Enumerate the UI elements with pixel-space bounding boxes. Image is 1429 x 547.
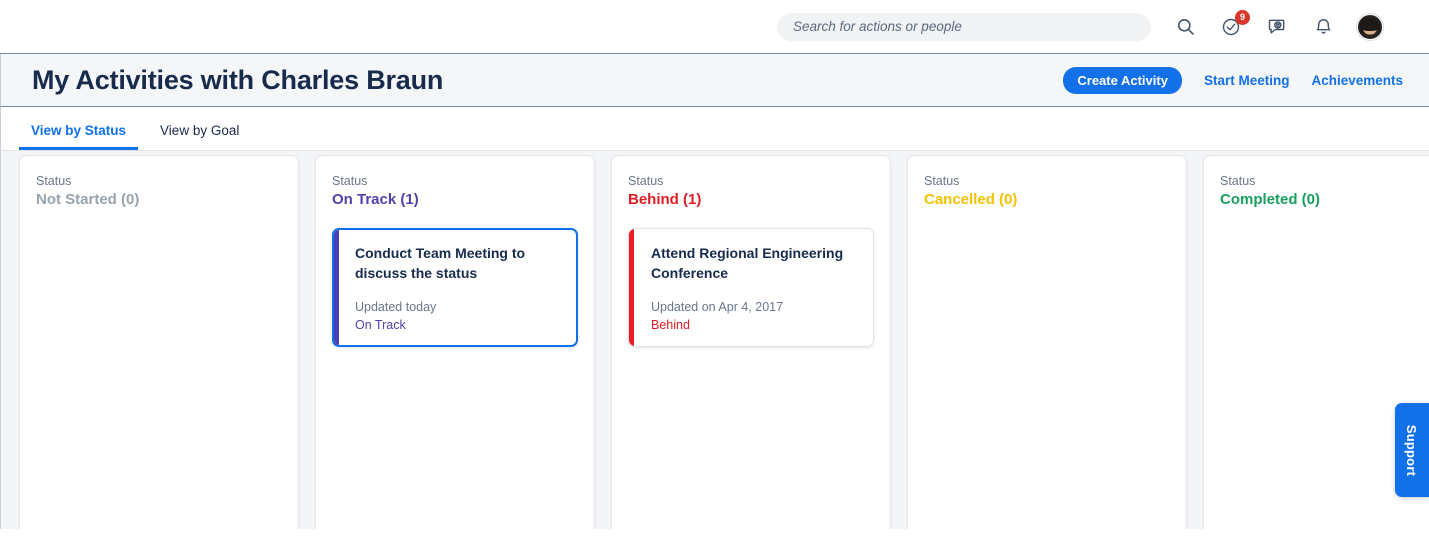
achievements-link[interactable]: Achievements (1311, 73, 1403, 88)
top-navigation-bar: 9 (0, 0, 1429, 54)
column-status-caption: Status (628, 174, 664, 188)
support-tab-label: Support (1404, 424, 1420, 476)
activity-card[interactable]: Conduct Team Meeting to discuss the stat… (332, 228, 578, 347)
global-search[interactable] (777, 12, 1151, 41)
support-tab[interactable]: Support (1395, 403, 1429, 497)
card-title: Attend Regional Engineering Conference (651, 245, 844, 282)
column-status-caption: Status (332, 174, 368, 188)
status-column: Status On Track (1) Conduct Team Meeting t… (315, 155, 595, 529)
column-status-caption: Status (924, 174, 960, 188)
card-status-accent-bar (334, 230, 339, 345)
status-column: Status Cancelled (0) (907, 155, 1187, 529)
activities-board: Status Not Started (0) Status On Track (1) C… (0, 151, 1429, 529)
tab-view-by-goal[interactable]: View by Goal (148, 123, 251, 150)
search-input[interactable] (793, 19, 1135, 34)
status-column: Status Not Started (0) (19, 155, 299, 529)
header-actions: Create Activity Start Meeting Achievemen… (1063, 66, 1403, 94)
card-status-badge: On Track (355, 317, 406, 332)
activity-card[interactable]: Attend Regional Engineering Conference Up… (628, 228, 874, 347)
start-meeting-link[interactable]: Start Meeting (1204, 73, 1290, 88)
feedback-chat-icon[interactable] (1265, 15, 1289, 39)
view-tabs: View by Status View by Goal (0, 107, 1429, 151)
page-title: My Activities with Charles Braun (32, 64, 444, 95)
column-status-caption: Status (36, 174, 72, 188)
search-icon[interactable] (1173, 15, 1197, 39)
column-status-value: On Track (1) (332, 191, 419, 208)
column-status-value: Not Started (0) (36, 191, 140, 208)
create-activity-button[interactable]: Create Activity (1063, 66, 1182, 94)
card-updated-text: Updated today (355, 299, 437, 314)
card-status-badge: Behind (651, 317, 690, 332)
notifications-bell-icon[interactable] (1311, 15, 1335, 39)
avatar[interactable] (1357, 13, 1383, 40)
status-columns: Status Not Started (0) Status On Track (1) C… (1, 151, 1429, 529)
card-status-accent-bar (629, 229, 634, 346)
column-status-value: Completed (0) (1220, 191, 1321, 208)
column-status-value: Behind (1) (628, 191, 702, 208)
tasks-badge-count: 9 (1235, 9, 1250, 25)
avatar-hair-outline (1360, 23, 1382, 38)
status-column: Status Behind (1) Attend Regional Engineer… (611, 155, 891, 529)
column-status-caption: Status (1220, 174, 1256, 188)
card-title: Conduct Team Meeting to discuss the stat… (355, 245, 526, 282)
topbar-icon-group: 9 (1173, 9, 1383, 40)
card-updated-text: Updated on Apr 4, 2017 (651, 299, 784, 314)
tasks-check-icon[interactable]: 9 (1219, 9, 1250, 39)
column-status-value: Cancelled (0) (924, 191, 1018, 208)
tab-view-by-status[interactable]: View by Status (19, 123, 139, 150)
page-header: My Activities with Charles Braun Create … (0, 54, 1429, 107)
